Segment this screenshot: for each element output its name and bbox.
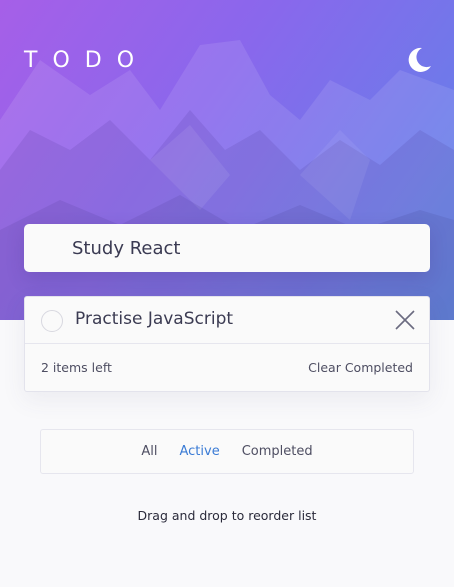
filter-bar: All Active Completed [40,429,414,474]
list-item[interactable]: Practise JavaScript [25,297,429,344]
filter-all[interactable]: All [141,444,157,459]
header-background: TODO [0,0,454,320]
close-icon[interactable] [393,308,417,332]
items-left-count: 2 items left [41,360,112,375]
new-todo-field[interactable] [24,224,430,272]
todo-checkbox[interactable] [41,310,63,332]
new-todo-input[interactable] [24,224,430,272]
filter-completed[interactable]: Completed [242,444,313,459]
todo-list: Practise JavaScript 2 items left Clear C… [24,296,430,392]
list-footer: 2 items left Clear Completed [25,344,429,392]
filter-active[interactable]: Active [180,444,220,459]
reorder-hint: Drag and drop to reorder list [137,508,317,523]
todo-text: Practise JavaScript [75,309,234,329]
moon-icon[interactable] [402,44,434,76]
app-title: TODO [24,48,150,73]
clear-completed-button[interactable]: Clear Completed [308,360,413,375]
